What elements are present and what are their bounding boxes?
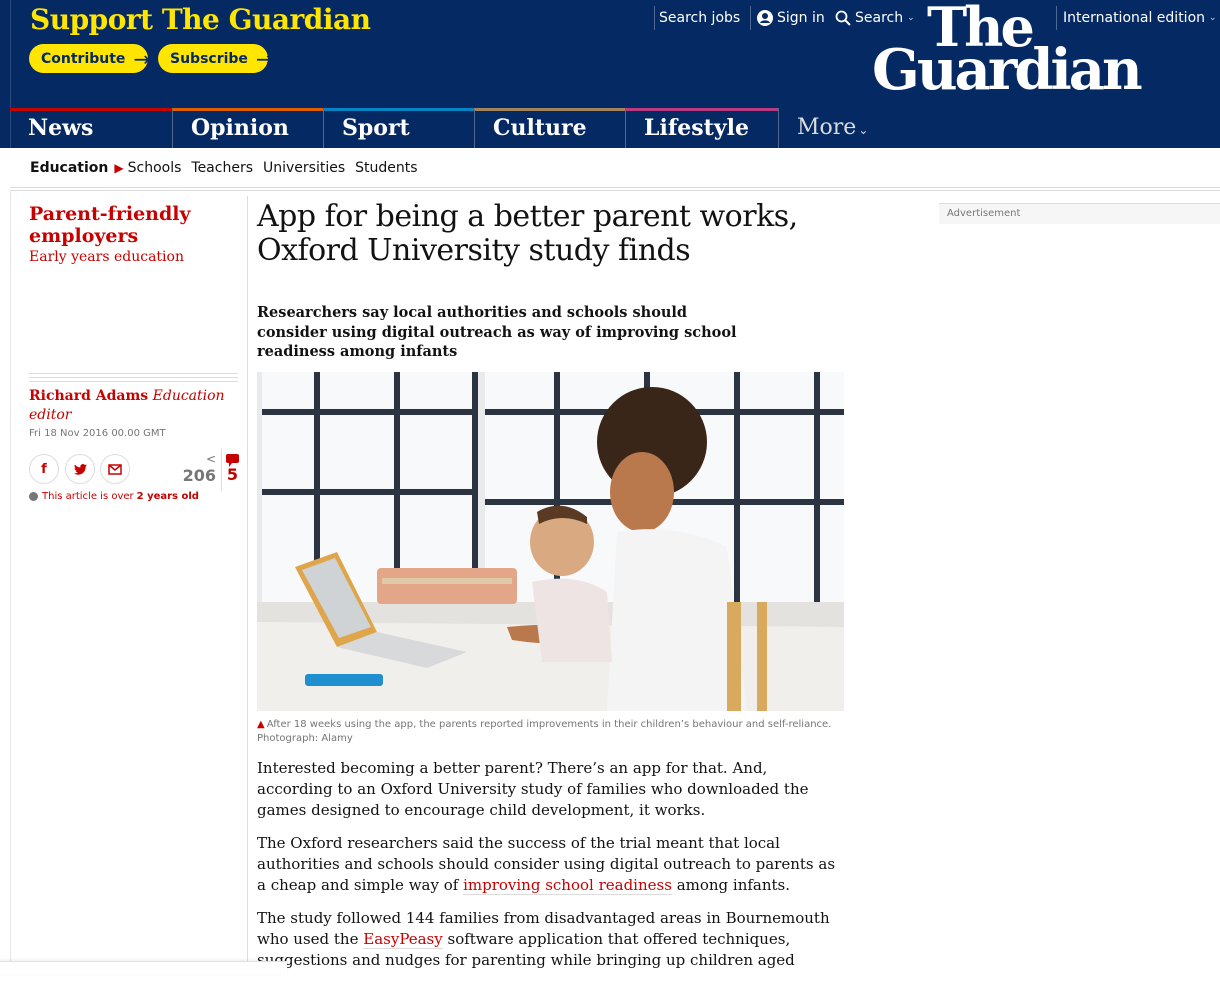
paragraph-text: among infants. (671, 876, 791, 894)
nav-sport[interactable]: Sport (323, 108, 474, 148)
subnav-universities[interactable]: Universities (263, 160, 345, 176)
nav-more-label: More (797, 115, 857, 140)
search-jobs-link[interactable]: Search jobs (654, 6, 740, 30)
sign-in-label: Sign in (777, 10, 825, 26)
triangle-right-icon: ▶ (114, 160, 124, 175)
share-count: < 206 (178, 452, 216, 485)
paragraph: The study followed 144 families from dis… (257, 908, 847, 971)
series-name: Parent-friendly employers (29, 203, 191, 247)
search-icon (835, 10, 851, 26)
comment-icon (226, 454, 239, 467)
triangle-up-icon: ▲ (257, 719, 265, 730)
section-subnav: Education ▶ Schools Teachers Universitie… (10, 148, 1220, 188)
caption-text: After 18 weeks using the app, the parent… (266, 719, 832, 730)
column-divider (247, 196, 248, 973)
article-age-notice: This article is over 2 years old (29, 491, 199, 502)
nav-opinion[interactable]: Opinion (172, 108, 323, 148)
byline: Richard Adams Education editor (29, 387, 239, 425)
bottom-overlay-bar (0, 961, 287, 974)
subnav-education[interactable]: Education (30, 160, 108, 176)
chevron-down-icon: ⌄ (858, 123, 869, 137)
divider (29, 373, 238, 374)
series-link[interactable]: Parent-friendly employers Early years ed… (29, 203, 229, 267)
contribute-button[interactable]: Contribute → (29, 44, 151, 73)
arrow-right-icon: → (255, 46, 273, 71)
divider (221, 449, 222, 491)
email-icon (108, 463, 122, 475)
facebook-icon: f (41, 461, 47, 477)
chevron-down-icon: ⌄ (1209, 13, 1217, 23)
article-body: Interested becoming a better parent? The… (257, 758, 847, 983)
subscribe-button[interactable]: Subscribe → (158, 44, 273, 73)
advertisement-slot: Advertisement (939, 203, 1220, 224)
article-headline: App for being a better parent works, Oxf… (257, 199, 798, 268)
support-title: Support The Guardian (30, 3, 371, 36)
share-icon: < (205, 452, 216, 466)
subnav-teachers[interactable]: Teachers (191, 160, 253, 176)
article-standfirst: Researchers say local authorities and sc… (257, 304, 737, 360)
nav-more[interactable]: More ⌄ (778, 108, 898, 148)
nav-news[interactable]: News (10, 108, 172, 148)
arrow-right-icon: → (133, 46, 151, 71)
subscribe-label: Subscribe (170, 50, 248, 67)
primary-nav: News Opinion Sport Culture Lifestyle Mor… (10, 108, 1220, 148)
page-edge (10, 190, 11, 973)
paragraph: Interested becoming a better parent? The… (257, 759, 809, 819)
sign-in-link[interactable]: Sign in (750, 6, 825, 30)
clock-icon (29, 492, 38, 501)
photo-credit: Photograph: Alamy (257, 733, 353, 744)
share-email-button[interactable] (100, 454, 130, 484)
contribute-label: Contribute (41, 50, 126, 67)
nav-lifestyle[interactable]: Lifestyle (625, 108, 778, 148)
age-notice-duration: 2 years old (136, 491, 199, 502)
article-main-image (257, 372, 844, 711)
subnav-schools[interactable]: Schools (128, 160, 182, 176)
age-notice-text: This article is over (42, 491, 134, 502)
logo-guardian: Guardian (872, 37, 1143, 103)
comment-count-value: 5 (226, 465, 239, 484)
paragraph: The Oxford researchers said the success … (257, 833, 847, 896)
share-count-value: 206 (182, 466, 216, 485)
image-caption: ▲ After 18 weeks using the app, the paren… (257, 718, 847, 746)
divider (29, 377, 238, 378)
user-icon (757, 10, 773, 26)
subnav-students[interactable]: Students (355, 160, 417, 176)
divider (29, 381, 238, 382)
twitter-icon (73, 463, 87, 475)
series-subtitle: Early years education (29, 249, 184, 265)
search-jobs-label: Search jobs (659, 10, 741, 26)
divider (10, 190, 1220, 191)
author-link[interactable]: Richard Adams (29, 388, 148, 404)
advertisement-label: Advertisement (947, 208, 1021, 219)
publish-date: Fri 18 Nov 2016 00.00 GMT (29, 428, 166, 439)
guardian-logo[interactable]: The Guardian (872, 0, 1162, 103)
nav-culture[interactable]: Culture (474, 108, 625, 148)
share-facebook-button[interactable]: f (29, 454, 59, 484)
inline-link[interactable]: improving school readiness (463, 876, 672, 895)
mother-child-laptop-photo (257, 372, 844, 711)
comment-count-link[interactable]: 5 (225, 452, 240, 486)
share-twitter-button[interactable] (65, 454, 95, 484)
inline-link[interactable]: EasyPeasy (363, 930, 443, 949)
